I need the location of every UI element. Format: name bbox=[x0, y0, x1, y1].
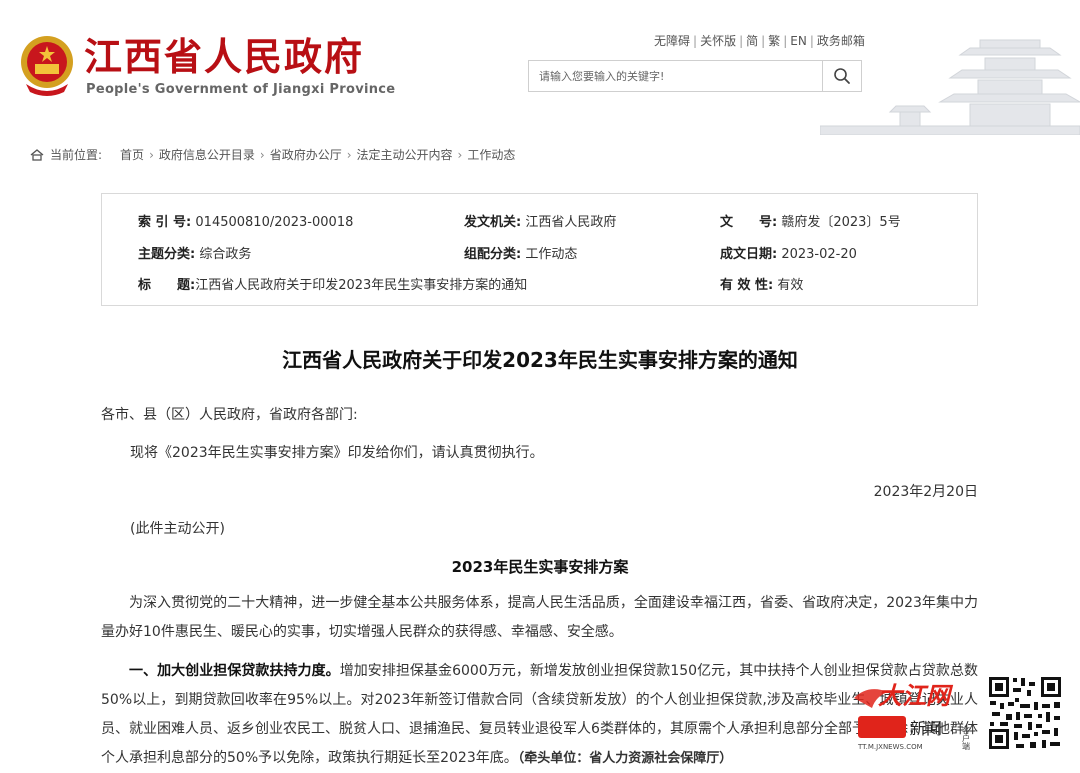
breadcrumb-separator: › bbox=[346, 147, 352, 162]
public-note: (此件主动公开) bbox=[130, 521, 225, 537]
meta-validity: 有 效 性: 有效 bbox=[720, 274, 803, 293]
breadcrumb-gov-info[interactable]: 政府信息公开目录 bbox=[159, 146, 255, 163]
meta-docno-value: 赣府发〔2023〕5号 bbox=[781, 215, 901, 230]
english-link[interactable]: EN bbox=[790, 34, 807, 48]
meta-docno: 文 号: 赣府发〔2023〕5号 bbox=[720, 211, 901, 230]
meta-title-value: 江西省人民政府关于印发2023年民生实事安排方案的通知 bbox=[195, 278, 528, 293]
home-icon bbox=[30, 148, 44, 161]
meta-validity-value: 有效 bbox=[777, 278, 804, 293]
meta-docno-label: 文 号: bbox=[720, 215, 778, 230]
meta-topic-value: 综合政务 bbox=[199, 247, 252, 262]
paragraph-item-1: 一、加大创业担保贷款扶持力度。增加安排担保基金6000万元，新增发放创业担保贷款… bbox=[101, 657, 978, 773]
paragraph-intro: 为深入贯彻党的二十大精神，进一步健全基本公共服务体系，提高人民生活品质，全面建设… bbox=[101, 595, 978, 640]
separator: | bbox=[761, 34, 766, 48]
qr-code-icon bbox=[986, 674, 1064, 752]
meta-issuer: 发文机关: 江西省人民政府 bbox=[464, 211, 616, 230]
item-1-lead: 一、加大创业担保贷款扶持力度。 bbox=[129, 663, 340, 679]
addressee: 各市、县（区）人民政府，省政府各部门: bbox=[101, 407, 358, 423]
meta-category-label: 组配分类: bbox=[464, 247, 522, 262]
dajiang-client-text: 客户端 bbox=[962, 725, 971, 751]
separator: | bbox=[739, 34, 744, 48]
breadcrumb-separator: › bbox=[457, 147, 463, 162]
breadcrumb-statutory[interactable]: 法定主动公开内容 bbox=[357, 146, 453, 163]
meta-date: 成文日期: 2023-02-20 bbox=[720, 243, 857, 262]
breadcrumb-home[interactable]: 首页 bbox=[120, 146, 144, 163]
document-metadata: 索 引 号: 014500810/2023-00018 发文机关: 江西省人民政… bbox=[101, 193, 978, 306]
search-input[interactable] bbox=[529, 61, 823, 91]
dajiang-news-text: 新闻 bbox=[910, 719, 942, 738]
site-subtitle: People's Government of Jiangxi Province bbox=[86, 82, 396, 97]
meta-index: 索 引 号: 014500810/2023-00018 bbox=[138, 211, 353, 230]
meta-title-label: 标 题: bbox=[138, 278, 196, 293]
site-header: 江西省人民政府 People's Government of Jiangxi P… bbox=[0, 0, 1080, 135]
accessibility-link[interactable]: 无障碍 bbox=[654, 34, 690, 48]
meta-title: 标 题:江西省人民政府关于印发2023年民生实事安排方案的通知 bbox=[138, 274, 527, 293]
top-links: 无障碍 | 关怀版 | 简 | 繁 | EN | 政务邮箱 bbox=[654, 32, 865, 49]
separator: | bbox=[783, 34, 788, 48]
separator: | bbox=[693, 34, 698, 48]
document-title: 江西省人民政府关于印发2023年民生实事安排方案的通知 bbox=[282, 348, 798, 372]
dajiang-url-text: TT.M.JXNEWS.COM bbox=[857, 743, 923, 751]
separator: | bbox=[809, 34, 814, 48]
meta-index-label: 索 引 号: bbox=[138, 215, 192, 230]
gov-mailbox-link[interactable]: 政务邮箱 bbox=[817, 34, 865, 48]
site-title[interactable]: 江西省人民政府 bbox=[84, 34, 364, 80]
meta-issuer-value: 江西省人民政府 bbox=[525, 215, 617, 230]
meta-topic: 主题分类: 综合政务 bbox=[138, 243, 251, 262]
meta-index-value: 014500810/2023-00018 bbox=[195, 215, 354, 230]
document-date: 2023年2月20日 bbox=[873, 484, 978, 500]
dajiang-watermark-logo: 大江网 新闻 TT.M.JXNEWS.COM 客户端 bbox=[848, 676, 988, 752]
intro-paragraph: 现将《2023年民生实事安排方案》印发给你们，请认真贯彻执行。 bbox=[130, 445, 544, 461]
breadcrumb-separator: › bbox=[149, 147, 154, 162]
breadcrumb: 当前位置: 首页 › 政府信息公开目录 › 省政府办公厅 › 法定主动公开内容 … bbox=[30, 146, 515, 163]
section-title: 2023年民生实事安排方案 bbox=[451, 558, 629, 576]
meta-category-value: 工作动态 bbox=[525, 247, 578, 262]
breadcrumb-work-news[interactable]: 工作动态 bbox=[467, 146, 515, 163]
meta-issuer-label: 发文机关: bbox=[464, 215, 522, 230]
dajiang-brand-text: 大江网 bbox=[878, 681, 954, 710]
traditional-link[interactable]: 繁 bbox=[768, 34, 780, 48]
meta-date-value: 2023-02-20 bbox=[781, 247, 857, 262]
care-version-link[interactable]: 关怀版 bbox=[700, 34, 736, 48]
simplified-link[interactable]: 简 bbox=[746, 34, 758, 48]
item-1-owner: （牵头单位：省人力资源社会保障厅） bbox=[517, 751, 733, 766]
meta-date-label: 成文日期: bbox=[720, 247, 778, 262]
breadcrumb-separator: › bbox=[259, 147, 265, 162]
meta-category: 组配分类: 工作动态 bbox=[464, 243, 577, 262]
breadcrumb-label: 当前位置: bbox=[50, 148, 103, 162]
search-box bbox=[528, 60, 862, 92]
national-emblem-icon bbox=[21, 36, 73, 96]
search-button[interactable] bbox=[822, 61, 861, 91]
meta-validity-label: 有 效 性: bbox=[720, 278, 774, 293]
meta-topic-label: 主题分类: bbox=[138, 247, 196, 262]
search-icon bbox=[834, 68, 850, 84]
dajiang-logo-icon: 大江网 新闻 TT.M.JXNEWS.COM 客户端 bbox=[854, 681, 971, 751]
breadcrumb-office[interactable]: 省政府办公厅 bbox=[270, 146, 342, 163]
